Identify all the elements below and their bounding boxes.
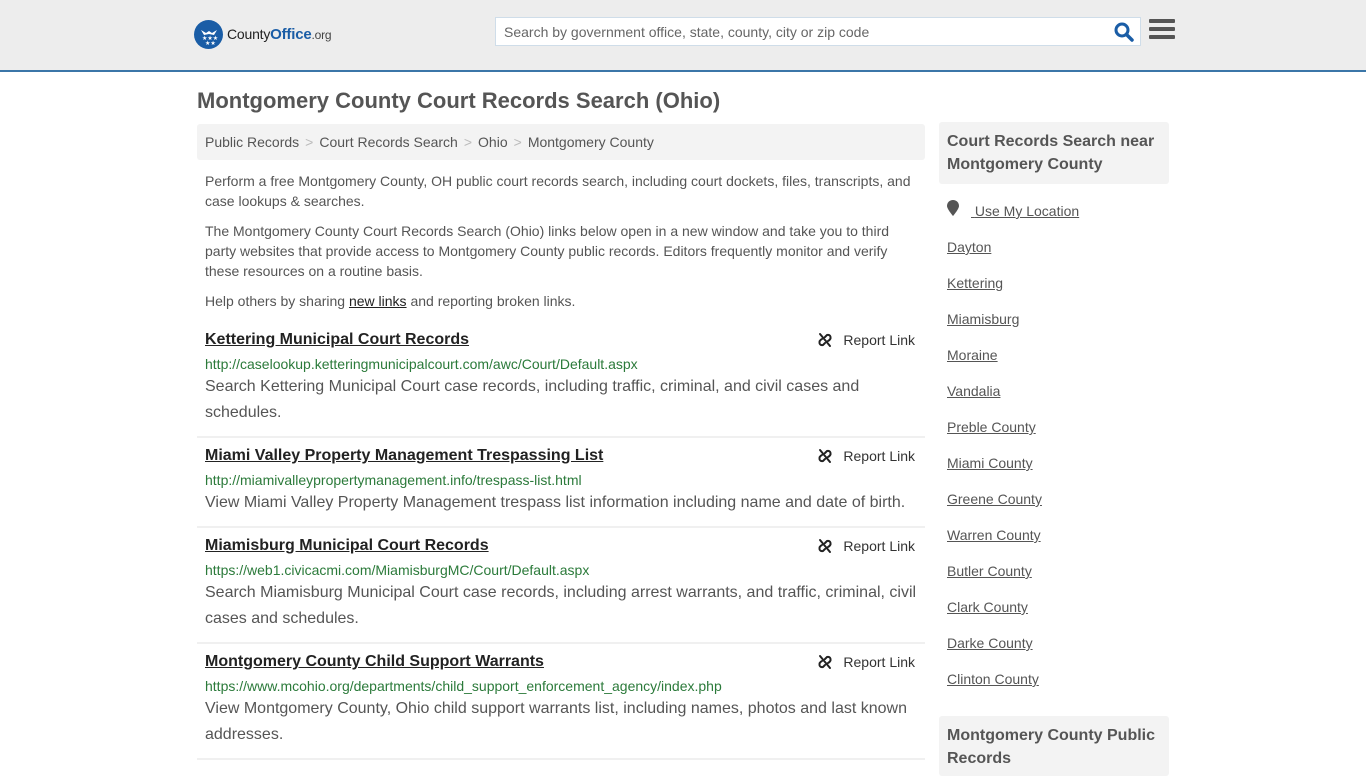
breadcrumb-court-records-search[interactable]: Court Records Search	[319, 134, 458, 150]
sidebar-heading-public-records: Montgomery County Public Records	[939, 716, 1169, 776]
logo-text: CountyOffice.org	[227, 26, 332, 43]
nearby-link-preble-county[interactable]: Preble County	[947, 417, 1161, 437]
broken-link-icon	[818, 539, 832, 553]
intro-p3-text-after: and reporting broken links.	[406, 293, 576, 309]
search-bar	[495, 17, 1141, 46]
report-link-button[interactable]: Report Link	[817, 448, 915, 464]
svg-text:★★: ★★	[205, 40, 216, 46]
results-list: Kettering Municipal Court Records Report…	[197, 322, 925, 760]
nearby-link-miamisburg[interactable]: Miamisburg	[947, 309, 1161, 329]
nearby-link-butler-county[interactable]: Butler County	[947, 561, 1161, 581]
report-link-label: Report Link	[843, 448, 915, 464]
result-title-link[interactable]: Montgomery County Child Support Warrants	[205, 652, 544, 672]
intro-paragraph-3: Help others by sharing new links and rep…	[205, 291, 920, 311]
result-url: http://miamivalleypropertymanagement.inf…	[205, 472, 582, 488]
nearby-link-darke-county[interactable]: Darke County	[947, 633, 1161, 653]
nearby-link-clark-county[interactable]: Clark County	[947, 597, 1161, 617]
report-link-label: Report Link	[843, 654, 915, 670]
result-description: View Montgomery County, Ohio child suppo…	[205, 700, 907, 743]
site-header: ★★★ ★★ CountyOffice.org	[0, 0, 1366, 72]
site-logo[interactable]: ★★★ ★★ CountyOffice.org	[194, 20, 332, 49]
result-item: Kettering Municipal Court Records Report…	[197, 322, 925, 438]
breadcrumb-montgomery-county[interactable]: Montgomery County	[528, 134, 654, 150]
result-url: https://www.mcohio.org/departments/child…	[205, 678, 722, 694]
logo-office: Office	[270, 26, 312, 43]
intro-paragraph-1: Perform a free Montgomery County, OH pub…	[205, 173, 911, 209]
menu-bar	[1149, 19, 1175, 23]
result-title-link[interactable]: Miamisburg Municipal Court Records	[205, 536, 489, 556]
sidebar: Court Records Search near Montgomery Cou…	[939, 122, 1169, 705]
page-title: Montgomery County Court Records Search (…	[197, 88, 721, 113]
result-title-link[interactable]: Miami Valley Property Management Trespas…	[205, 446, 603, 466]
menu-bar	[1149, 27, 1175, 31]
breadcrumb-public-records[interactable]: Public Records	[205, 134, 299, 150]
breadcrumb-separator: >	[513, 134, 522, 150]
breadcrumb-ohio[interactable]: Ohio	[478, 134, 508, 150]
new-links-link[interactable]: new links	[349, 293, 407, 309]
report-link-label: Report Link	[843, 538, 915, 554]
nearby-link-warren-county[interactable]: Warren County	[947, 525, 1161, 545]
sidebar-heading: Court Records Search near Montgomery Cou…	[939, 122, 1169, 184]
result-item: Miami Valley Property Management Trespas…	[197, 438, 925, 528]
result-title-link[interactable]: Kettering Municipal Court Records	[205, 330, 469, 350]
map-pin-icon	[947, 200, 959, 216]
breadcrumb: Public Records > Court Records Search > Ohio…	[197, 124, 925, 160]
search-icon	[1114, 22, 1134, 42]
broken-link-icon	[818, 655, 832, 669]
nearby-link-clinton-county[interactable]: Clinton County	[947, 669, 1161, 689]
nearby-links: Use My Location Dayton Kettering Miamisb…	[939, 200, 1169, 689]
intro-p3-text: Help others by sharing	[205, 293, 349, 309]
intro-text: Perform a free Montgomery County, OH pub…	[205, 171, 920, 321]
nearby-link-moraine[interactable]: Moraine	[947, 345, 1161, 365]
result-description: Search Kettering Municipal Court case re…	[205, 378, 860, 421]
result-description: Search Miamisburg Municipal Court case r…	[205, 584, 917, 627]
report-link-button[interactable]: Report Link	[817, 538, 915, 554]
intro-paragraph-2: The Montgomery County Court Records Sear…	[205, 223, 890, 279]
nearby-link-kettering[interactable]: Kettering	[947, 273, 1161, 293]
result-item: Montgomery County Child Support Warrants…	[197, 644, 925, 760]
result-item: Miamisburg Municipal Court Records Repor…	[197, 528, 925, 644]
report-link-button[interactable]: Report Link	[817, 654, 915, 670]
use-my-location-label: Use My Location	[974, 203, 1080, 219]
broken-link-icon	[818, 449, 832, 463]
result-description: View Miami Valley Property Management tr…	[205, 494, 906, 511]
breadcrumb-separator: >	[305, 134, 314, 150]
logo-org: .org	[311, 28, 332, 42]
menu-bar	[1149, 35, 1175, 39]
report-link-label: Report Link	[843, 332, 915, 348]
logo-badge-icon: ★★★ ★★	[194, 20, 223, 49]
search-input[interactable]	[496, 18, 1106, 45]
search-button[interactable]	[1114, 22, 1134, 42]
nearby-link-vandalia[interactable]: Vandalia	[947, 381, 1161, 401]
nearby-link-miami-county[interactable]: Miami County	[947, 453, 1161, 473]
breadcrumb-separator: >	[463, 134, 473, 150]
use-my-location-link[interactable]: Use My Location	[947, 200, 1161, 221]
report-link-button[interactable]: Report Link	[817, 332, 915, 348]
nearby-link-greene-county[interactable]: Greene County	[947, 489, 1161, 509]
hamburger-menu-icon[interactable]	[1149, 19, 1175, 43]
broken-link-icon	[818, 333, 832, 347]
result-url: http://caselookup.ketteringmunicipalcour…	[205, 356, 638, 372]
result-url: https://web1.civicacmi.com/MiamisburgMC/…	[205, 562, 590, 578]
logo-county: County	[227, 26, 271, 42]
nearby-link-dayton[interactable]: Dayton	[947, 237, 1161, 257]
